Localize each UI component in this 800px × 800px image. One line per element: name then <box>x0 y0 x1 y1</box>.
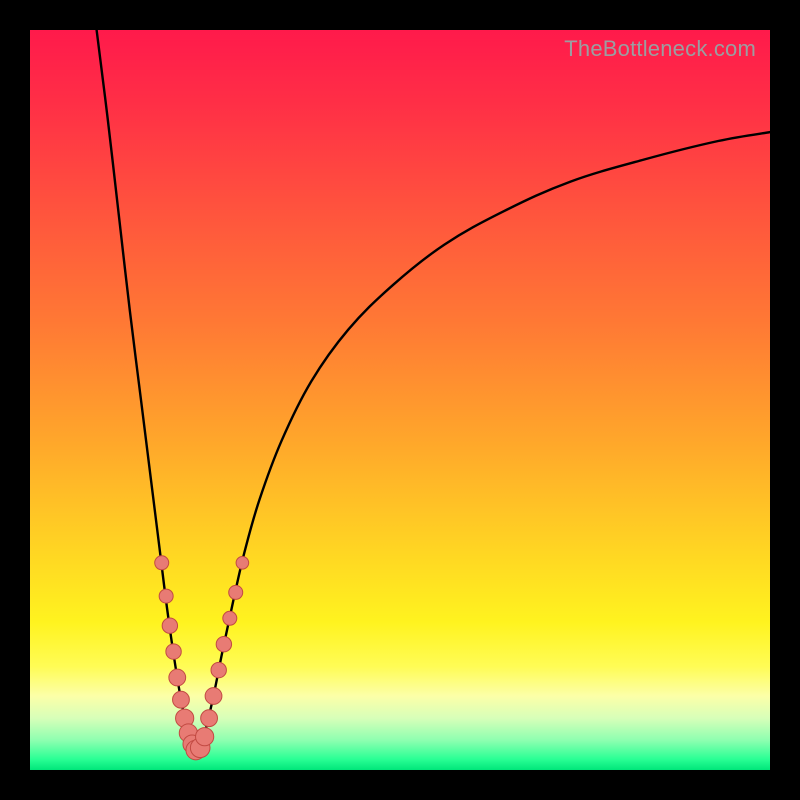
data-point <box>155 556 169 570</box>
data-point <box>162 618 177 633</box>
chart-frame: TheBottleneck.com <box>0 0 800 800</box>
bottleneck-curve <box>30 30 770 770</box>
watermark-text: TheBottleneck.com <box>564 36 756 62</box>
data-point <box>159 589 173 603</box>
data-point <box>236 557 249 570</box>
data-point <box>173 691 190 708</box>
data-point <box>205 688 222 705</box>
data-point <box>223 611 237 625</box>
data-point <box>169 669 186 686</box>
data-point <box>211 662 226 677</box>
plot-area: TheBottleneck.com <box>30 30 770 770</box>
data-point <box>216 637 231 652</box>
data-point <box>201 710 218 727</box>
data-point <box>166 644 181 659</box>
data-point <box>229 585 243 599</box>
data-point <box>196 728 214 746</box>
